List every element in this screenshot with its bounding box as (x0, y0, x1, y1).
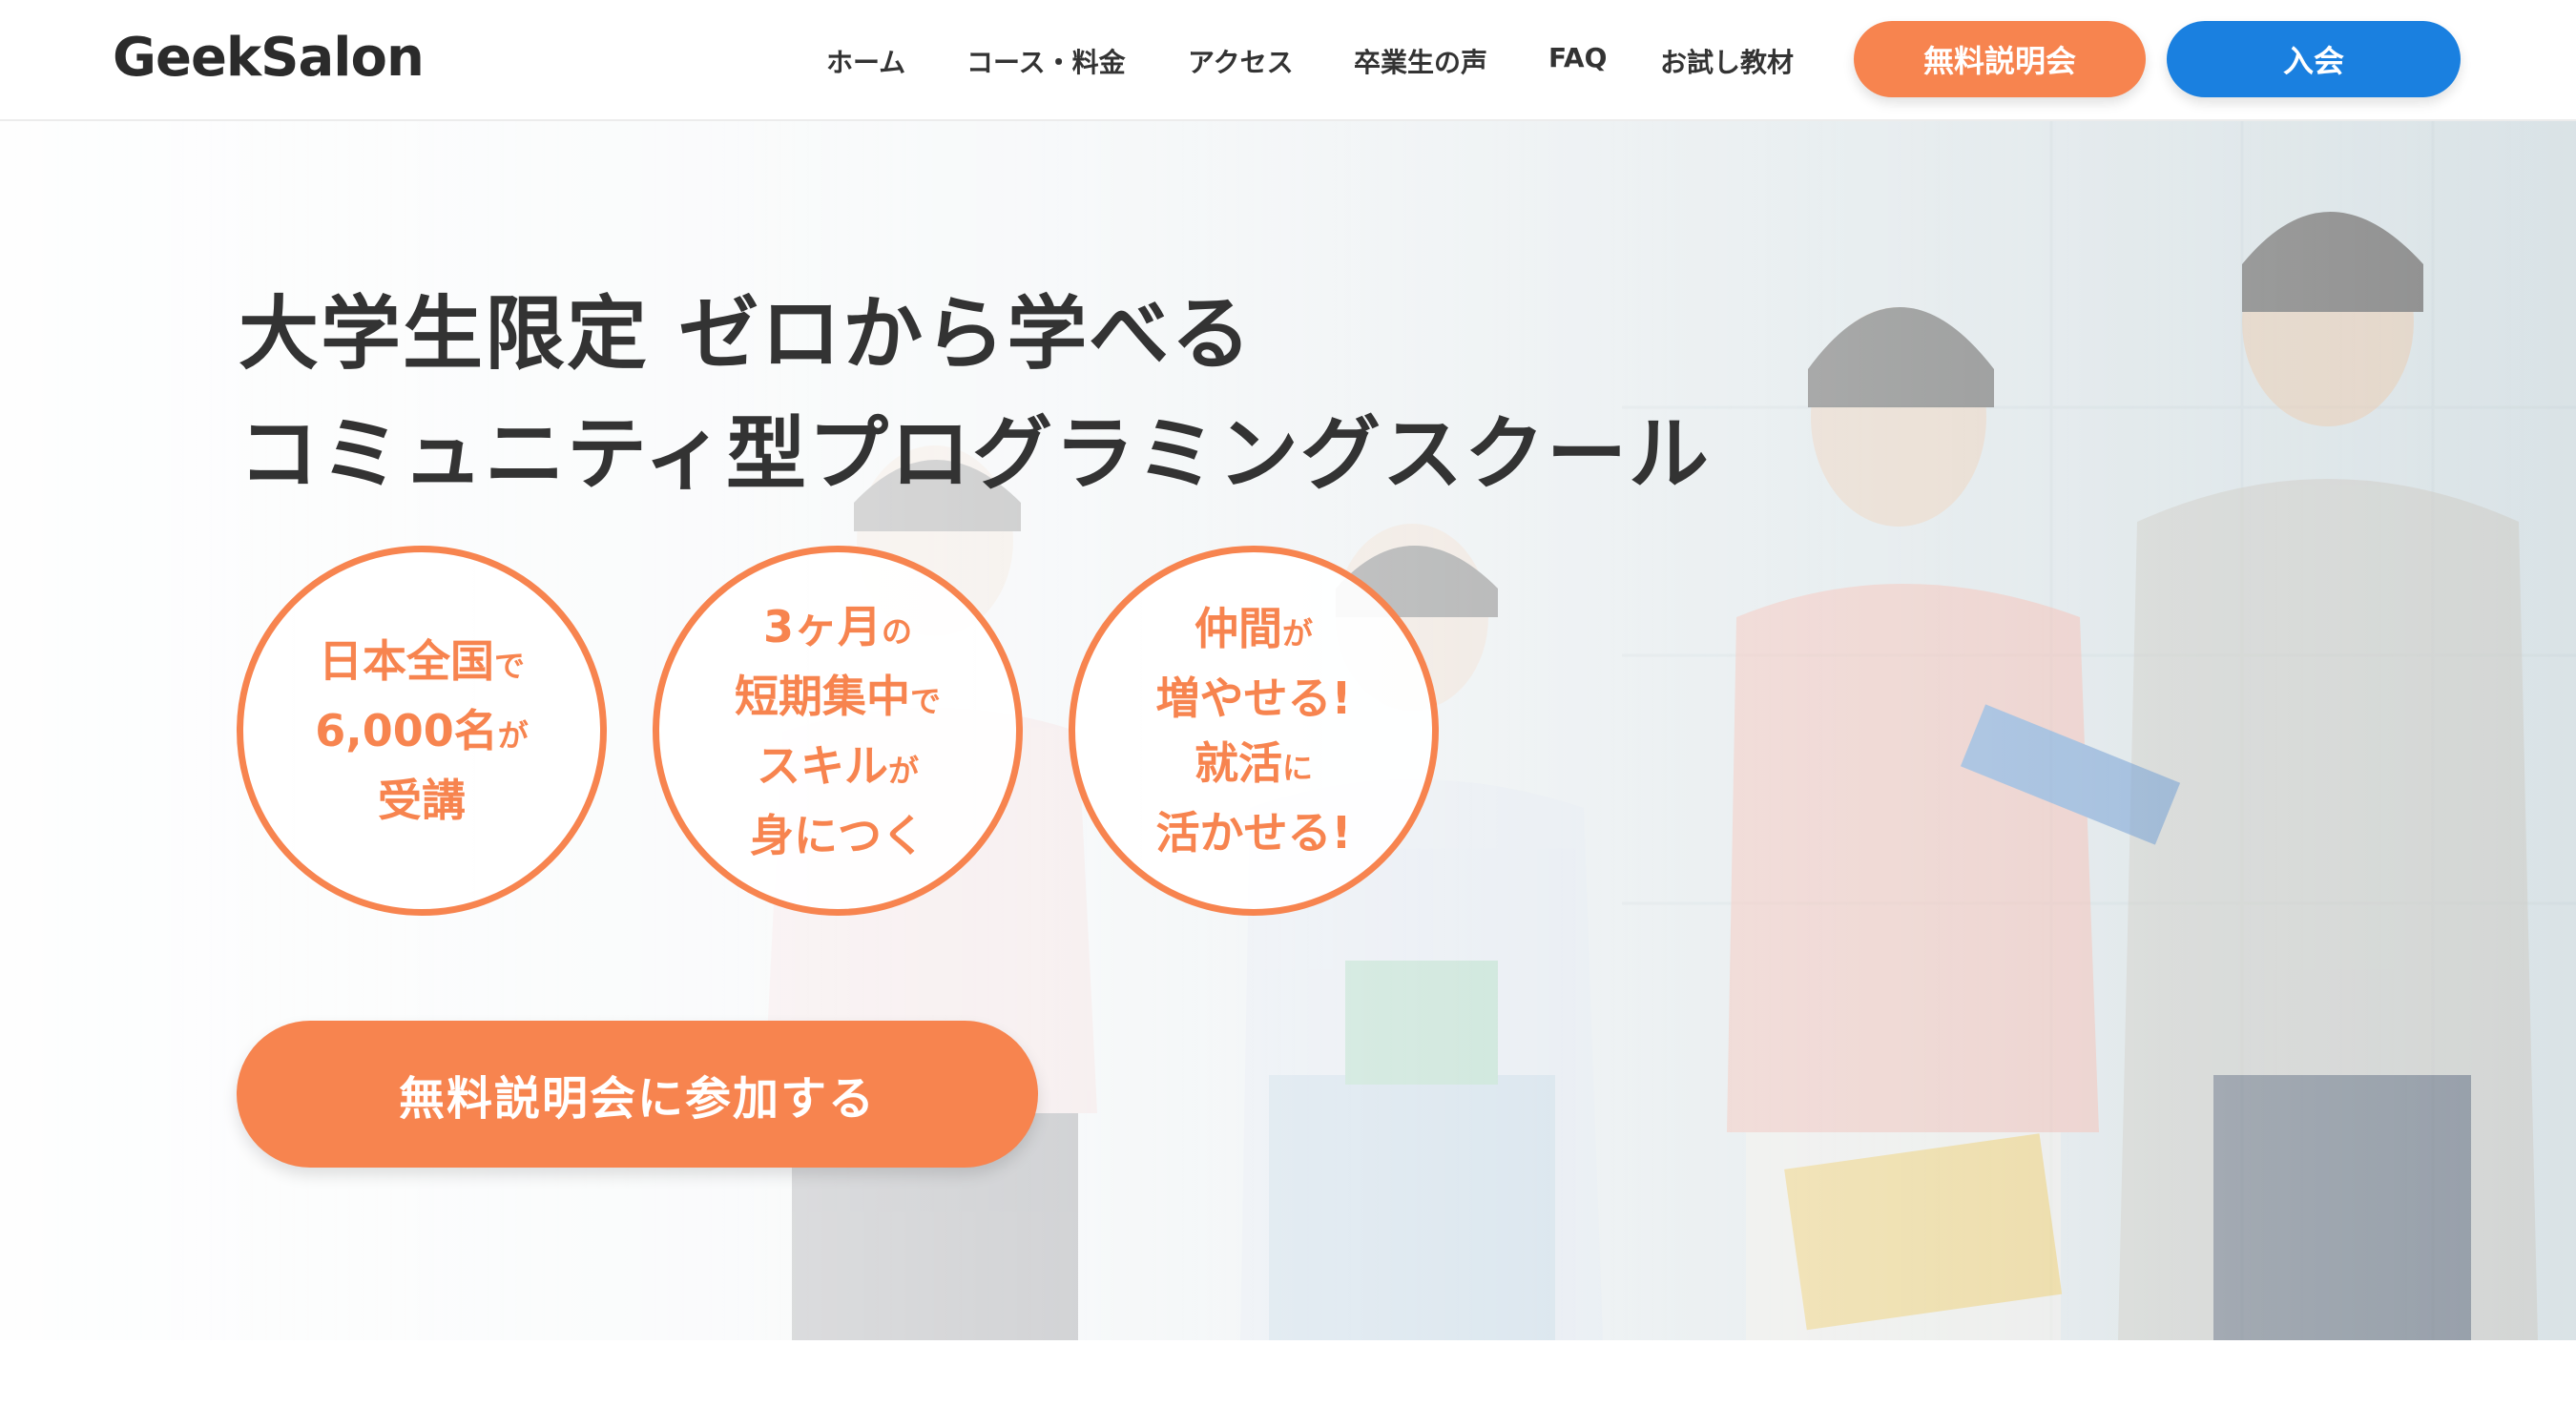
page-bottom-band (0, 1340, 2576, 1407)
hero-section: 大学生限定 ゼロから学べる コミュニティ型プログラミングスクール 日本全国で 6… (0, 121, 2576, 1340)
feature-circle-nationwide: 日本全国で 6,000名が 受講 (237, 546, 607, 916)
nav-access[interactable]: アクセス (1188, 42, 1294, 80)
site-header: GeekSalon ホーム コース・料金 アクセス 卒業生の声 FAQ お試し教… (0, 0, 2576, 121)
nav-graduates-voice[interactable]: 卒業生の声 (1354, 42, 1487, 80)
geeksalon-logo[interactable]: GeekSalon (113, 27, 425, 89)
join-seminar-cta-button[interactable]: 無料説明会に参加する (237, 1021, 1038, 1168)
nav-faq[interactable]: FAQ (1548, 42, 1607, 73)
feature-circle-three-months: 3ヶ月の 短期集中で スキルが 身につく (653, 546, 1023, 916)
feature-circle-friends: 仲間が 増やせる! 就活に 活かせる! (1069, 546, 1439, 916)
nav-course-price[interactable]: コース・料金 (966, 42, 1126, 80)
headline-line2: コミュニティ型プログラミングスクール (239, 407, 1711, 501)
nav-trial-materials[interactable]: お試し教材 (1660, 42, 1794, 80)
hero-headline: 大学生限定 ゼロから学べる コミュニティ型プログラミングスクール (239, 274, 1711, 514)
nav-home[interactable]: ホーム (826, 42, 905, 80)
headline-line1: 大学生限定 ゼロから学べる (239, 287, 1254, 381)
join-button[interactable]: 入会 (2167, 21, 2461, 97)
free-seminar-button[interactable]: 無料説明会 (1854, 21, 2146, 97)
